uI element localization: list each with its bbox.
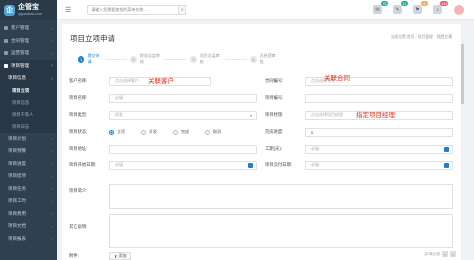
sidebar-item-projects[interactable]: 项目管理 ˅ [0,59,57,72]
start-date-label: 项目开始日期: [69,162,96,167]
notifications-icon[interactable]: ♪ 133 [433,1,448,14]
summary-label: 项目简介: [69,188,88,193]
breadcrumb: 当前位置:首页 / 项目管理 项目立项 [390,35,452,39]
customer-annotation: 关联客户 [148,78,174,85]
status-radio-development[interactable]: 开发 [141,129,157,135]
sidebar-item-operations[interactable]: 运营管理 ‹ [0,47,57,60]
sidebar-item-hours[interactable]: 项目工时 ‹ [0,195,57,208]
step-submit: 1 提交申请 [78,53,102,65]
step-finance-review: 2 财务总监审核 [130,53,162,65]
sidebar-subitem-project-log[interactable]: 项目日志 [0,120,57,133]
contract-annotation: 关联合同 [324,75,350,82]
logo-name: 企管宝 [18,4,39,11]
project-manager-annotation: 指定项目经理 [356,112,395,119]
sidebar-item-budget[interactable]: 项目预算 ‹ [0,145,57,158]
start-date-field[interactable]: 必填 [109,160,257,170]
summary-textarea[interactable] [109,184,453,209]
customer-label: 客户名称: [69,78,88,83]
project-code-label: 项目编号: [265,95,284,100]
sidebar-item-progress[interactable]: 项目进度 ‹ [0,158,57,171]
address-label: 项目地址: [69,146,88,151]
duration-field[interactable]: 必填 [305,144,453,154]
sidebar-item-plan[interactable]: 项目计划 ‹ [0,133,57,146]
project-status-radios: 立项 开发 完成 取消 [109,129,237,135]
status-radio-completed[interactable]: 完成 [173,129,189,135]
address-field[interactable] [109,144,257,154]
sidebar: 企 企管宝 qiguanbao.com 客户管理 ‹ 合同管理 ‹ 运营管理 ‹ 项目… [0,0,57,260]
operations-icon [4,51,8,56]
sidebar-item-documents[interactable]: 项目文档 ‹ [0,220,57,233]
sidebar-item-contracts[interactable]: 合同管理 ‹ [0,35,57,48]
status-radio-initiated[interactable]: 立项 [109,129,125,135]
prev-page-icon[interactable]: ‹ [442,251,448,257]
main-content: 项目立项申请 当前位置:首页 / 项目管理 项目立项 1 提交申请 2 财务总监审核 … [62,24,464,260]
next-page-icon[interactable]: › [450,251,456,257]
page-title: 项目立项申请 [70,34,115,43]
calendar-icon [444,162,449,168]
end-date-label: 项目交付日期: [265,162,292,167]
sidebar-nav: 客户管理 ‹ 合同管理 ‹ 运营管理 ‹ 项目管理 ˅ 项目信息 ˅ 项目立项 项目信息 … [0,20,57,245]
project-manager-label: 项目经理: [265,112,284,117]
sidebar-item-expenses[interactable]: 项目费用 ‹ [0,208,57,221]
notifications-badge: 133 [440,1,448,6]
messages-icon[interactable]: ✎ 11 [393,1,408,14]
avatar[interactable] [454,4,464,15]
logo[interactable]: 企 企管宝 qiguanbao.com [0,0,57,20]
sidebar-item-customers[interactable]: 客户管理 ‹ [0,22,57,35]
pagination: 共0条记录 ‹ › [424,251,456,257]
menu-toggle-icon[interactable]: ☰ [65,6,71,14]
sidebar-subitem-project-initiation[interactable]: 项目立项 [0,84,57,97]
logo-icon: 企 [4,4,15,16]
remarks-label: 其它说明: [69,224,88,229]
status-radio-cancelled[interactable]: 取消 [205,129,221,135]
end-date-field[interactable]: 必填 [305,160,453,170]
contracts-icon [4,38,8,43]
upload-button[interactable]: ⬆ 添加 [109,252,132,260]
progress-field[interactable]: 0 [305,127,453,137]
project-name-label: 项目名称: [69,95,88,100]
sidebar-item-project-info[interactable]: 项目信息 ˅ [0,72,57,85]
step-gm-approval: 4 总经理审批 [250,53,278,65]
approval-steps: 1 提交申请 2 财务总监审核 3 项目总监审核 4 总经理审批 [78,53,278,65]
project-name-field[interactable]: 必填 [109,93,257,103]
alerts-icon[interactable]: ⚑ 4 [413,1,428,14]
search-input[interactable]: 请输入您需要查找的菜单名称... [87,4,180,15]
project-code-field[interactable] [305,93,453,103]
sidebar-subitem-project-info[interactable]: 项目信息 [0,96,57,109]
sidebar-item-tasks[interactable]: 项目任务 ‹ [0,183,57,196]
project-type-label: 项目类型: [69,112,88,117]
project-status-label: 项目状态: [69,129,88,134]
search-icon[interactable]: ⌕ [178,4,187,15]
top-bar: ☰ 请输入您需要查找的菜单名称... ⌕ ✉ 78 ✎ 11 ⚑ 4 ♪ 133 [57,0,474,20]
customers-icon [4,26,8,31]
logo-sub: qiguanbao.com [18,12,42,16]
duration-label: 工期(天): [265,146,282,151]
sidebar-subitem-stakeholders[interactable]: 项目干系人 [0,108,57,121]
messages-badge: 11 [401,1,408,6]
tasks-badge: 78 [381,1,388,6]
projects-icon [4,63,8,68]
calendar-icon [444,146,449,152]
progress-label: 完成进度: [265,129,284,134]
alerts-badge: 4 [421,1,428,6]
tasks-icon[interactable]: ✉ 78 [373,1,388,14]
contract-label: 合同编号: [265,78,284,83]
calendar-icon [248,162,253,168]
sidebar-item-closure[interactable]: 项目结项 ‹ [0,170,57,183]
project-type-select[interactable]: 研发 ▾ [109,110,257,120]
attachment-label: 附件: [69,253,79,258]
step-project-director-review: 3 项目总监审核 [190,53,222,65]
chevron-down-icon: ▾ [249,112,252,118]
remarks-textarea[interactable] [109,214,453,248]
scrollbar[interactable] [461,24,464,260]
sidebar-item-reports[interactable]: 项目报表 ‹ [0,233,57,246]
